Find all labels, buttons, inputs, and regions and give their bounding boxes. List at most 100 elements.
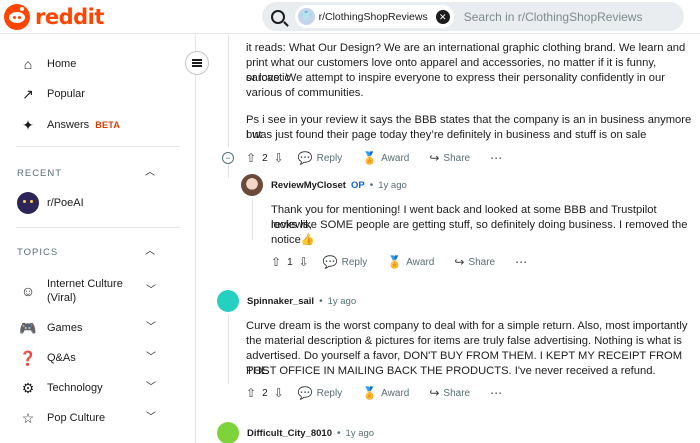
chevron-down-icon[interactable]: ﹀ — [144, 381, 158, 395]
chip-label: r/ClothingShopReviews — [318, 10, 428, 23]
sidebar-item-label: Internet Culture (Viral) — [47, 278, 123, 304]
smile-icon: ☺ — [20, 283, 36, 299]
reply-icon: 💬 — [297, 151, 313, 165]
close-icon[interactable]: ✕ — [435, 9, 450, 24]
reply-icon: 💬 — [297, 386, 313, 400]
chevron-down-icon[interactable]: ﹀ — [144, 351, 158, 365]
upvote-button[interactable]: ⇧ — [246, 386, 256, 400]
search-bar[interactable]: 👕 r/ClothingShopReviews ✕ — [262, 2, 684, 31]
more-options-button[interactable]: ⋯ — [515, 255, 527, 269]
vote-count: 2 — [262, 152, 268, 164]
comment-actions: ⇧ 1 ⇩ 💬 Reply 🏅 Award ↪ Share ⋯ — [271, 253, 527, 271]
divider — [16, 227, 180, 228]
divider — [16, 146, 180, 147]
downvote-button[interactable]: ⇩ — [274, 151, 284, 165]
more-icon: ⋯ — [515, 255, 528, 269]
comment-body-line: the material description & pictures for … — [246, 335, 682, 347]
share-icon: ↪ — [454, 255, 465, 269]
award-button[interactable]: 🏅 Award — [362, 386, 409, 400]
comment-author[interactable]: ReviewMyCloset — [271, 180, 346, 191]
upvote-icon: ⇧ — [246, 151, 257, 165]
comment-time[interactable]: 1y ago — [378, 180, 407, 191]
more-options-button[interactable]: ⋯ — [490, 386, 502, 400]
comment-header: Spinnaker_sail • 1y ago — [217, 290, 356, 312]
comment-header: Difficult_City_8010 • 1y ago — [217, 422, 374, 443]
user-avatar[interactable] — [241, 174, 263, 196]
more-icon: ⋯ — [490, 386, 503, 400]
search-icon — [271, 9, 285, 24]
chevron-up-icon[interactable]: ︿ — [143, 166, 157, 180]
user-avatar[interactable] — [217, 290, 239, 312]
share-label: Share — [468, 256, 496, 268]
comment-body-line: it reads: What Our Design? We are an int… — [246, 42, 686, 54]
comment-author[interactable]: Difficult_City_8010 — [247, 428, 332, 439]
thread-line[interactable] — [252, 198, 253, 240]
more-options-button[interactable]: ⋯ — [490, 151, 502, 165]
sidebar-item-technology[interactable]: ⚙ Technology ﹀ — [0, 374, 196, 402]
gamepad-icon: 🎮 — [19, 319, 37, 336]
comments-area: it reads: What Our Design? We are an int… — [197, 34, 700, 443]
reply-button[interactable]: 💬 Reply — [323, 255, 368, 269]
share-button[interactable]: ↪ Share — [429, 151, 470, 165]
search-input[interactable] — [463, 9, 684, 24]
comment-header: ReviewMyCloset OP • 1y ago — [241, 174, 407, 196]
recent-section-title: RECENT — [17, 168, 63, 179]
comment-body-line: various of communities. — [246, 87, 364, 99]
award-icon: 🏅 — [362, 151, 378, 165]
downvote-button[interactable]: ⇩ — [299, 255, 309, 269]
comment-author[interactable]: Spinnaker_sail — [247, 296, 314, 307]
comment-body-line: Curve dream is the worst company to deal… — [246, 320, 688, 332]
reply-button[interactable]: 💬 Reply — [298, 151, 343, 165]
thread-line[interactable] — [228, 34, 229, 147]
chevron-up-icon[interactable]: ︿ — [143, 245, 157, 259]
separator-dot: • — [337, 427, 341, 439]
sidebar-item-games[interactable]: 🎮 Games ﹀ — [0, 314, 196, 342]
community-search-chip[interactable]: 👕 r/ClothingShopReviews ✕ — [294, 5, 454, 28]
award-button[interactable]: 🏅 Award — [362, 151, 409, 165]
sidebar-item-home[interactable]: ⌂ Home — [0, 50, 196, 78]
more-icon: ⋯ — [490, 151, 503, 165]
popular-icon: ↗ — [22, 85, 34, 102]
community-avatar — [17, 192, 39, 214]
reply-label: Reply — [316, 387, 343, 399]
comment-time[interactable]: 1y ago — [346, 428, 375, 439]
reply-label: Reply — [341, 256, 368, 268]
upvote-button[interactable]: ⇧ — [271, 255, 281, 269]
award-button[interactable]: 🏅 Award — [387, 255, 434, 269]
downvote-icon: ⇩ — [273, 386, 284, 400]
share-icon: ↪ — [429, 151, 440, 165]
chevron-down-icon[interactable]: ﹀ — [144, 284, 158, 298]
share-icon: ↪ — [429, 386, 440, 400]
comment-body-line: notice👍 — [271, 234, 315, 246]
sidebar-item-answers[interactable]: ✦ Answers BETA — [0, 111, 196, 139]
share-button[interactable]: ↪ Share — [429, 386, 470, 400]
user-avatar[interactable] — [217, 422, 239, 443]
sidebar-item-label: Pop Culture — [47, 412, 106, 424]
comment-time[interactable]: 1y ago — [328, 296, 357, 307]
reply-button[interactable]: 💬 Reply — [298, 386, 343, 400]
collapse-thread-button[interactable]: − — [222, 152, 234, 164]
upvote-button[interactable]: ⇧ — [246, 151, 256, 165]
chevron-down-icon[interactable]: ﹀ — [144, 321, 158, 335]
thread-line[interactable] — [228, 314, 229, 384]
reddit-logo[interactable]: reddit — [4, 4, 104, 30]
sidebar-item-poeai[interactable]: r/PoeAI — [0, 189, 196, 217]
sidebar-item-pop-culture[interactable]: ☆ Pop Culture ﹀ — [0, 404, 196, 432]
sidebar-item-label: r/PoeAI — [47, 197, 84, 209]
share-button[interactable]: ↪ Share — [454, 255, 495, 269]
downvote-button[interactable]: ⇩ — [274, 386, 284, 400]
sidebar-item-label: Answers BETA — [47, 119, 121, 131]
question-icon: ❓ — [19, 349, 37, 366]
sidebar-item-popular[interactable]: ↗ Popular — [0, 80, 196, 108]
comment-actions: ⇧ 2 ⇩ 💬 Reply 🏅 Award ↪ Share ⋯ — [246, 384, 502, 402]
downvote-icon: ⇩ — [273, 151, 284, 165]
home-icon: ⌂ — [23, 56, 33, 72]
sidebar-item-label: Q&As — [47, 352, 76, 364]
gear-icon: ⚙ — [21, 379, 35, 396]
award-label: Award — [381, 387, 410, 399]
chevron-down-icon[interactable]: ﹀ — [144, 411, 158, 425]
sidebar-item-qas[interactable]: ❓ Q&As ﹀ — [0, 344, 196, 372]
sidebar-item-internet-culture[interactable]: ☺ Internet Culture (Viral) ﹀ — [0, 274, 196, 308]
reddit-snoo-icon — [4, 4, 30, 30]
award-icon: 🏅 — [362, 386, 378, 400]
